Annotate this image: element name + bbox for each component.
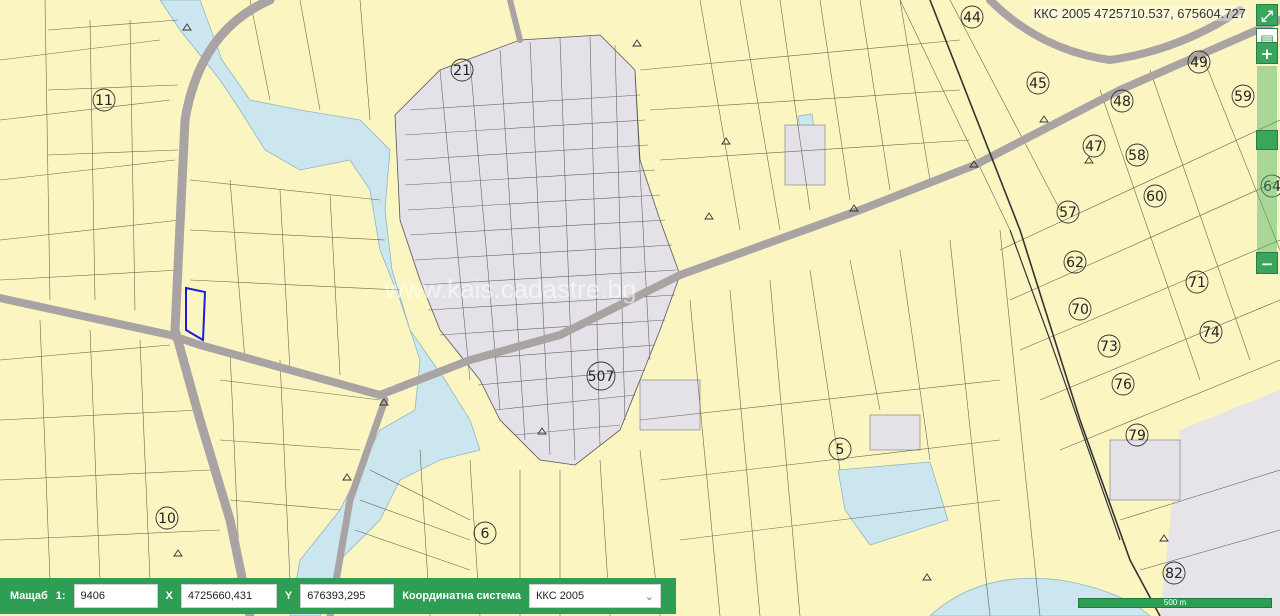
scale-prefix: 1: — [55, 590, 66, 602]
parcel-number-label: 82 — [1165, 566, 1183, 582]
parcel-number-label: 49 — [1190, 55, 1208, 71]
parcel-number-label: 62 — [1066, 255, 1084, 271]
zoom-out-button[interactable]: − — [1256, 252, 1278, 274]
scale-bar: 500 m — [1078, 598, 1272, 608]
parcel-number-label: 73 — [1100, 339, 1118, 355]
parcel-number-label: 5 — [836, 442, 845, 458]
parcel-number-label: 6 — [481, 526, 490, 542]
parcel-number-label: 45 — [1029, 76, 1047, 92]
scale-input[interactable]: 9406 — [73, 584, 158, 608]
x-label: X — [165, 590, 173, 602]
chevron-down-icon: ⌄ — [644, 590, 654, 603]
zoom-slider-track[interactable] — [1257, 66, 1277, 252]
parcel-number-label: 79 — [1128, 428, 1146, 444]
zoom-slider-thumb[interactable] — [1256, 130, 1278, 150]
parcel-number-label: 10 — [158, 511, 176, 527]
coordinate-readout: ККС 2005 4725710.537, 675604.727 — [1031, 6, 1248, 21]
crs-select[interactable]: ККС 2005 ⌄ — [529, 584, 661, 608]
parcel-number-label: 57 — [1059, 205, 1077, 221]
parcel-number-label: 48 — [1113, 94, 1131, 110]
expand-icon[interactable]: ⤢ — [1256, 4, 1278, 26]
parcel-number-label: 21 — [453, 63, 471, 79]
coordinate-toolbar: Мащаб 1: 9406 X 4725660,431 Y 676393,295… — [0, 578, 676, 614]
parcel-number-label: 58 — [1128, 148, 1146, 164]
parcel-number-label: 47 — [1085, 139, 1103, 155]
parcel-number-label: 76 — [1114, 377, 1132, 393]
parcel-number-label: 59 — [1234, 89, 1252, 105]
parcel-number-label: 11 — [95, 93, 113, 109]
parcel-number-label: 74 — [1202, 325, 1220, 341]
x-coordinate-input[interactable]: 4725660,431 — [180, 584, 277, 608]
crs-label: Координатна система — [402, 590, 521, 602]
parcel-number-label: 507 — [588, 369, 615, 385]
watermark: www.kais.cadastre.bg — [384, 274, 636, 304]
zoom-controls: ⤢ ▤ + − — [1254, 0, 1280, 280]
parcel-number-label: 70 — [1071, 302, 1089, 318]
parcel-number-label: 44 — [963, 10, 981, 26]
y-label: Y — [284, 590, 293, 602]
parcel-number-label: 71 — [1188, 275, 1206, 291]
cadastral-map[interactable]: www.kais.cadastre.bg 44 21 11 45 49 59 48 47 58 6… — [0, 0, 1280, 616]
parcel-number-label: 60 — [1146, 189, 1164, 205]
zoom-in-button[interactable]: + — [1256, 42, 1278, 64]
crs-value: ККС 2005 — [536, 590, 585, 602]
y-coordinate-input[interactable]: 676393,295 — [300, 584, 395, 608]
scale-label: Мащаб — [10, 590, 48, 602]
